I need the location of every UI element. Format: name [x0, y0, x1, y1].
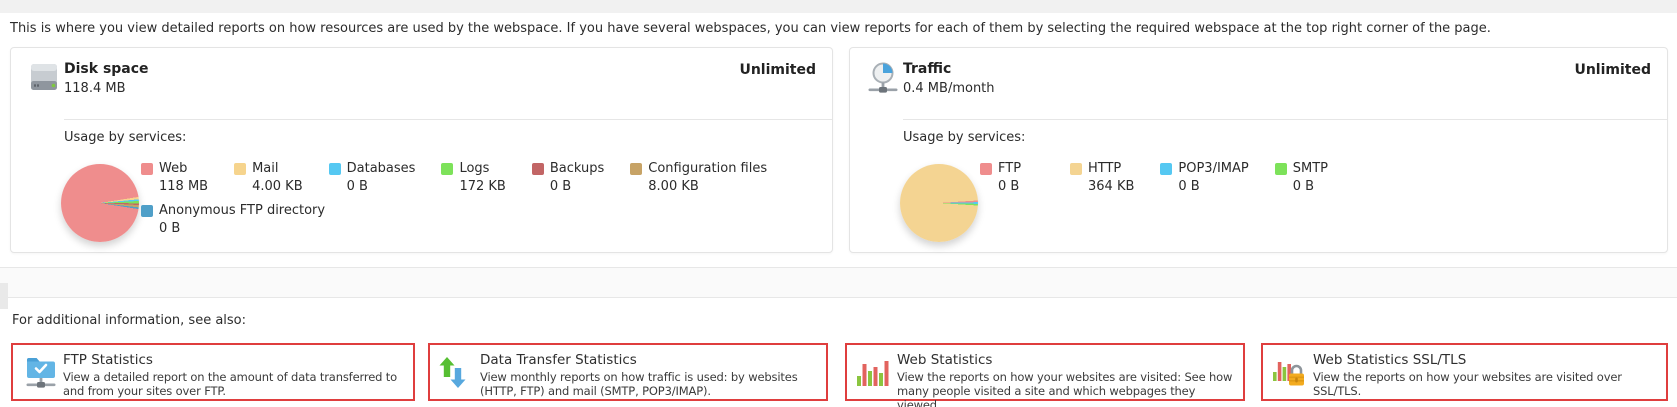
legend-value: 8.00 KB [648, 179, 767, 194]
legend-value: 0 B [1178, 179, 1248, 194]
legend-label: HTTP [1088, 161, 1121, 176]
web-statistics-ssl-link[interactable]: Web Statistics SSL/TLS [1313, 352, 1466, 368]
legend-value: 118 MB [159, 179, 208, 194]
usage-by-services-label: Usage by services: [64, 130, 186, 145]
section-divider-bottom [0, 297, 1677, 298]
legend-swatch [141, 205, 153, 217]
section-gap-band [0, 268, 1677, 297]
legend-item-smtp: SMTP 0 B [1275, 161, 1339, 194]
ftp-statistics-description: View a detailed report on the amount of … [63, 370, 407, 398]
legend-item-ftp: FTP 0 B [980, 161, 1044, 194]
legend-item-configuration-files: Configuration files 8.00 KB [630, 161, 767, 194]
bar-chart-lock-icon [1272, 355, 1308, 397]
disk-space-card: Disk space 118.4 MB Unlimited Usage by s… [10, 47, 833, 253]
legend-item-anonymous-ftp-directory: Anonymous FTP directory 0 B [141, 203, 325, 236]
bar-chart-icon [856, 357, 892, 399]
legend-item-mail: Mail 4.00 KB [234, 161, 303, 194]
legend-value: 172 KB [459, 179, 505, 194]
data-transfer-statistics-link[interactable]: Data Transfer Statistics [480, 352, 637, 368]
card-title: Traffic [903, 61, 951, 77]
legend-swatch [630, 163, 642, 175]
legend-item-web: Web 118 MB [141, 161, 208, 194]
legend-label: Configuration files [648, 161, 767, 176]
legend-value: 0 B [998, 179, 1044, 194]
legend-swatch [329, 163, 341, 175]
legend-value: 4.00 KB [252, 179, 303, 194]
web-statistics-ssl-description: View the reports on how your websites ar… [1313, 370, 1660, 398]
traffic-usage-pie-chart [900, 164, 978, 242]
legend-label: FTP [998, 161, 1021, 176]
data-transfer-statistics-description: View monthly reports on how traffic is u… [480, 370, 820, 398]
legend-swatch [141, 163, 153, 175]
legend-value: 0 B [159, 221, 325, 236]
legend-swatch [234, 163, 246, 175]
web-statistics-link-tile[interactable]: Web Statistics View the reports on how y… [845, 343, 1245, 401]
card-divider [64, 119, 832, 120]
legend-label: Backups [550, 161, 604, 176]
legend-item-http: HTTP 364 KB [1070, 161, 1134, 194]
legend-value: 0 B [1293, 179, 1339, 194]
card-value: 0.4 MB/month [903, 81, 995, 96]
see-also-heading: For additional information, see also: [12, 313, 246, 328]
legend-value: 364 KB [1088, 179, 1134, 194]
legend-swatch [980, 163, 992, 175]
left-edge-tab [0, 283, 8, 309]
traffic-card: Traffic 0.4 MB/month Unlimited Usage by … [849, 47, 1668, 253]
legend-label: Anonymous FTP directory [159, 203, 325, 218]
disk-usage-legend: Web 118 MB Mail 4.00 KB Databases 0 B Logs 172 … [141, 161, 822, 236]
usage-reports-page: This is where you view detailed reports … [0, 0, 1677, 407]
legend-item-logs: Logs 172 KB [441, 161, 505, 194]
legend-swatch [441, 163, 453, 175]
limit-label: Unlimited [1574, 62, 1651, 78]
usage-by-services-label: Usage by services: [903, 130, 1025, 145]
legend-item-databases: Databases 0 B [329, 161, 416, 194]
legend-value: 0 B [550, 179, 604, 194]
card-divider [903, 119, 1667, 120]
legend-swatch [1160, 163, 1172, 175]
data-transfer-statistics-link-tile[interactable]: Data Transfer Statistics View monthly re… [428, 343, 828, 401]
legend-swatch [1275, 163, 1287, 175]
legend-label: Databases [347, 161, 416, 176]
ftp-folder-icon [24, 352, 60, 394]
legend-value: 0 B [347, 179, 416, 194]
page-description: This is where you view detailed reports … [10, 21, 1491, 36]
legend-item-pop3-imap: POP3/IMAP 0 B [1160, 161, 1248, 194]
card-title: Disk space [64, 61, 149, 77]
legend-label: Logs [459, 161, 489, 176]
limit-label: Unlimited [739, 62, 816, 78]
ftp-statistics-link[interactable]: FTP Statistics [63, 352, 153, 368]
web-statistics-description: View the reports on how your websites ar… [897, 370, 1237, 407]
hard-drive-icon [28, 61, 60, 97]
legend-swatch [532, 163, 544, 175]
ftp-statistics-link-tile[interactable]: FTP Statistics View a detailed report on… [11, 343, 415, 401]
legend-swatch [1070, 163, 1082, 175]
legend-item-backups: Backups 0 B [532, 161, 604, 194]
web-statistics-link[interactable]: Web Statistics [897, 352, 992, 368]
traffic-usage-legend: FTP 0 B HTTP 364 KB POP3/IMAP 0 B SMTP 0 B [980, 161, 1657, 194]
traffic-gauge-icon [867, 61, 899, 97]
top-toolbar-edge [0, 0, 1677, 13]
card-value: 118.4 MB [64, 81, 125, 96]
transfer-arrows-icon [438, 355, 474, 397]
legend-label: Mail [252, 161, 278, 176]
legend-label: SMTP [1293, 161, 1328, 176]
disk-usage-pie-chart [61, 164, 139, 242]
web-statistics-ssl-link-tile[interactable]: Web Statistics SSL/TLS View the reports … [1261, 343, 1668, 401]
legend-label: Web [159, 161, 187, 176]
legend-label: POP3/IMAP [1178, 161, 1248, 176]
